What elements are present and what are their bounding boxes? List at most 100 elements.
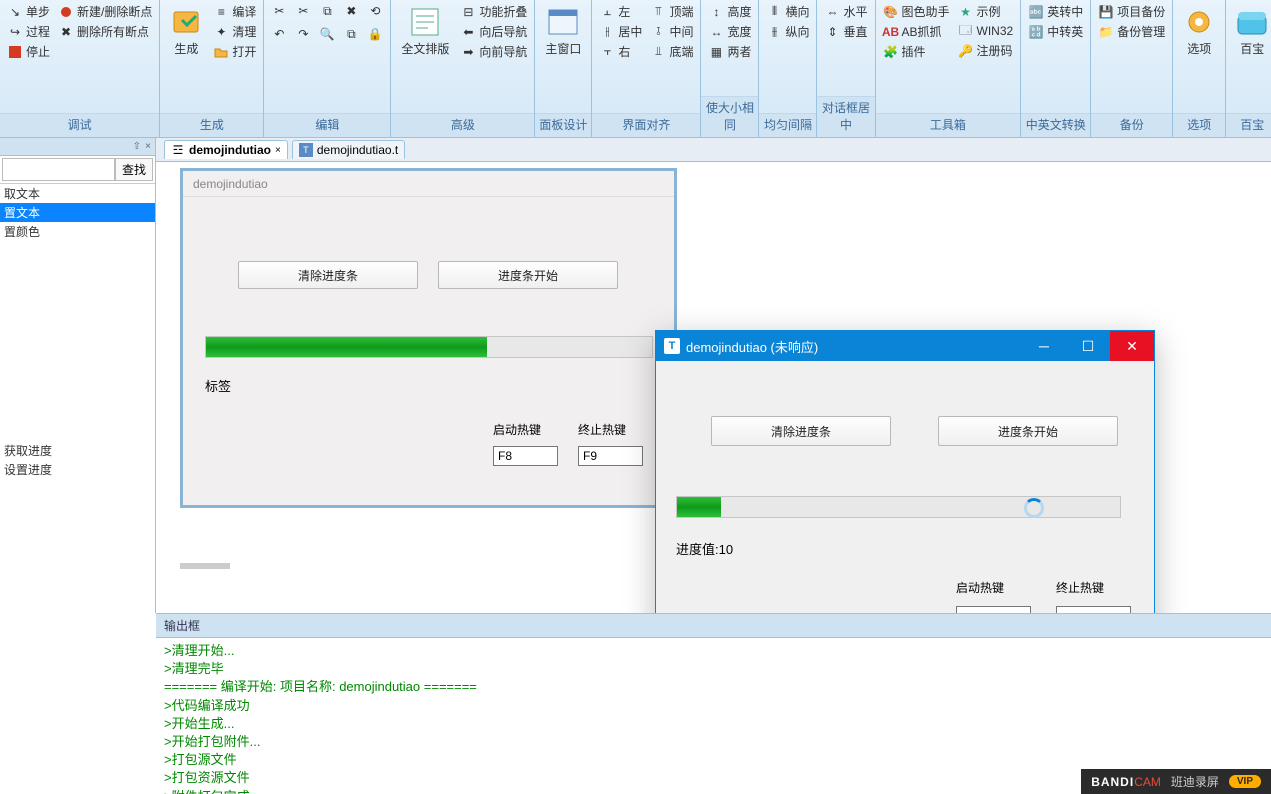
open-icon xyxy=(213,44,229,60)
find[interactable]: 🔍 xyxy=(316,25,338,43)
ribbon-group-backup: 💾项目备份 📁备份管理 备份 xyxy=(1091,0,1173,137)
output-panel: 输出框 >清理开始...>清理完毕======= 编译开始: 项目名称: dem… xyxy=(156,613,1271,794)
tree-item[interactable]: 取文本 xyxy=(0,184,155,203)
close-button[interactable]: ✕ xyxy=(1110,331,1154,361)
cut-a[interactable]: ✂ xyxy=(268,2,290,20)
breakpoint-clear[interactable]: ✖删除所有断点 xyxy=(55,22,155,41)
align-right[interactable]: ⫟右 xyxy=(596,42,645,61)
tab-inactive[interactable]: T demojindutiao.t xyxy=(292,140,405,159)
clean[interactable]: ✦清理 xyxy=(210,22,259,41)
tab-label: demojindutiao xyxy=(189,143,271,157)
undo[interactable]: ↶ xyxy=(268,25,290,43)
regcode[interactable]: 🔑注册码 xyxy=(955,41,1017,60)
win32[interactable]: 🗔WIN32 xyxy=(955,22,1017,40)
tree-item[interactable]: 置文本 xyxy=(0,203,155,222)
both-icon: ▦ xyxy=(708,44,724,60)
align-top[interactable]: ⫪顶端 xyxy=(647,2,696,21)
start-progress-button[interactable]: 进度条开始 xyxy=(438,261,618,289)
clear-progress-button[interactable]: 清除进度条 xyxy=(711,416,891,446)
ab-grab[interactable]: ABAB抓抓 xyxy=(880,22,953,41)
debug-stop[interactable]: 停止 xyxy=(4,42,53,61)
cn-en-icon: 🔡 xyxy=(1028,24,1044,40)
cn-to-en[interactable]: 🔡中转英 xyxy=(1025,22,1086,41)
space-v[interactable]: ⫵纵向 xyxy=(763,22,812,41)
brand-logo: BANDICAM xyxy=(1091,775,1161,789)
titlebar[interactable]: T demojindutiao (未响应) ─ ☐ ✕ xyxy=(656,331,1154,361)
align-left[interactable]: ⫠左 xyxy=(596,2,645,21)
center-v[interactable]: ⇕垂直 xyxy=(821,22,870,41)
minimize-button[interactable]: ─ xyxy=(1022,331,1066,361)
search-button[interactable]: 查找 xyxy=(115,158,153,181)
maximize-button[interactable]: ☐ xyxy=(1066,331,1110,361)
en-to-cn[interactable]: 🔤英转中 xyxy=(1025,2,1086,21)
compile[interactable]: ≡编译 xyxy=(210,2,259,21)
ribbon-group-center: ⇔水平 ⇕垂直 对话框居中 xyxy=(817,0,875,137)
start-hotkey-input[interactable] xyxy=(493,446,558,466)
backup-manage[interactable]: 📁备份管理 xyxy=(1095,22,1168,41)
replace[interactable]: ⟲ xyxy=(364,2,386,20)
cut-b[interactable]: ✂ xyxy=(292,2,314,20)
tab-label: demojindutiao.t xyxy=(317,143,398,157)
tree-item[interactable]: 设置进度 xyxy=(0,460,155,479)
dup[interactable]: ⧉ xyxy=(340,25,362,43)
pin-icon[interactable]: ⇧ xyxy=(133,141,141,152)
tree-item[interactable]: 获取进度 xyxy=(0,441,155,460)
project-backup[interactable]: 💾项目备份 xyxy=(1095,2,1168,21)
same-height[interactable]: ↕高度 xyxy=(705,2,754,21)
palette-icon: 🎨 xyxy=(883,4,899,20)
breakpoint-toggle[interactable]: 新建/删除断点 xyxy=(55,2,155,21)
tab-active[interactable]: ☲ demojindutiao × xyxy=(164,140,288,159)
open[interactable]: 打开 xyxy=(210,42,259,61)
center-h[interactable]: ⇔水平 xyxy=(821,2,870,21)
ribbon-group-options: 选项 选项 xyxy=(1173,0,1226,137)
fold[interactable]: ⊟功能折叠 xyxy=(457,2,530,21)
nav-fwd[interactable]: ➡向前导航 xyxy=(457,42,530,61)
file-icon: T xyxy=(299,143,313,157)
build-button[interactable]: 生成 xyxy=(164,2,208,111)
align-hcenter[interactable]: ⫲居中 xyxy=(596,22,645,41)
progress-fill xyxy=(206,337,487,357)
redo[interactable]: ↷ xyxy=(292,25,314,43)
examples[interactable]: ★示例 xyxy=(955,2,1017,21)
main-window[interactable]: 主窗口 xyxy=(539,2,587,111)
output-line: >代码编译成功 xyxy=(164,697,1263,715)
tree-view: 取文本置文本置颜色获取进度设置进度 xyxy=(0,184,155,479)
output-line: ======= 编译开始: 项目名称: demojindutiao ======… xyxy=(164,678,1263,696)
panel-header: ⇧ × xyxy=(0,138,155,156)
align-vcenter[interactable]: ⫱中间 xyxy=(647,22,696,41)
gear-icon xyxy=(1183,6,1215,38)
ribbon-toolbar: ↘单步 ↪过程 停止 新建/删除断点 ✖删除所有断点 调试 生成 ≡编译 ✦清理… xyxy=(0,0,1271,138)
clear-progress-button[interactable]: 清除进度条 xyxy=(238,261,418,289)
nav-back[interactable]: ⬅向后导航 xyxy=(457,22,530,41)
breakpoint-icon xyxy=(58,4,74,20)
copy-icon: ⧉ xyxy=(319,3,335,19)
close-icon[interactable]: × xyxy=(145,141,151,152)
delete[interactable]: ✖ xyxy=(340,2,362,20)
lock-icon: 🔒 xyxy=(367,26,383,42)
color-helper[interactable]: 🎨图色助手 xyxy=(880,2,953,21)
ribbon-group-space: ⫴横向 ⫵纵向 均匀间隔 xyxy=(759,0,817,137)
start-progress-button[interactable]: 进度条开始 xyxy=(938,416,1118,446)
height-icon: ↕ xyxy=(708,4,724,20)
align-vc-icon: ⫱ xyxy=(650,24,666,40)
plugins[interactable]: 🧩插件 xyxy=(880,42,953,61)
align-bottom[interactable]: ⫫底端 xyxy=(647,42,696,61)
resize-handle[interactable] xyxy=(180,563,230,569)
options[interactable]: 选项 xyxy=(1177,2,1221,111)
lock[interactable]: 🔒 xyxy=(364,25,386,43)
same-both[interactable]: ▦两者 xyxy=(705,42,754,61)
close-icon[interactable]: × xyxy=(275,145,281,156)
window-icon xyxy=(547,6,579,38)
debug-proc[interactable]: ↪过程 xyxy=(4,22,53,41)
nav-back-icon: ⬅ xyxy=(460,24,476,40)
treasure[interactable]: 百宝 xyxy=(1230,2,1271,111)
format-all[interactable]: 全文排版 xyxy=(395,2,455,111)
same-width[interactable]: ↔宽度 xyxy=(705,22,754,41)
copy[interactable]: ⧉ xyxy=(316,2,338,20)
debug-step[interactable]: ↘单步 xyxy=(4,2,53,21)
stop-hotkey-input[interactable] xyxy=(578,446,643,466)
tree-item[interactable]: 置颜色 xyxy=(0,222,155,241)
format-icon xyxy=(409,6,441,38)
space-h[interactable]: ⫴横向 xyxy=(763,2,812,21)
search-input[interactable] xyxy=(2,158,115,181)
